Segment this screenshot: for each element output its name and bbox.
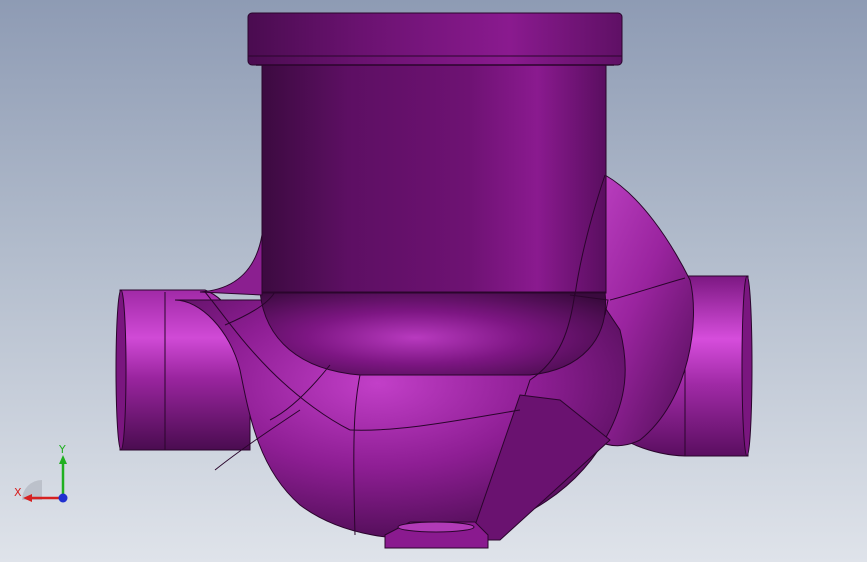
left-shoulder	[199, 234, 263, 296]
main-cylinder	[261, 64, 607, 294]
left-pipe-face	[115, 289, 127, 451]
orientation-triad: Y X	[14, 443, 68, 503]
y-axis-label: Y	[58, 443, 66, 456]
z-axis-dot	[58, 493, 68, 503]
top-cap	[247, 12, 623, 66]
bowl	[259, 291, 607, 376]
graphics-viewport[interactable]: Y X	[0, 0, 867, 562]
x-axis-label: X	[14, 486, 22, 499]
valve-body-model[interactable]	[0, 0, 867, 562]
right-pipe-face	[741, 275, 753, 457]
